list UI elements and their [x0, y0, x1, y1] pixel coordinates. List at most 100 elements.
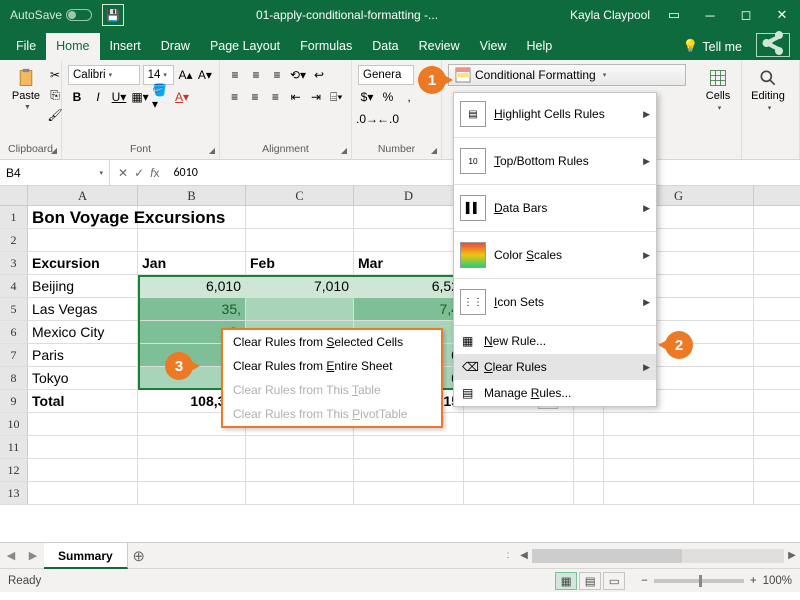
borders-button[interactable]: ▦▾	[131, 88, 149, 106]
tab-home[interactable]: Home	[46, 33, 99, 60]
number-format-select[interactable]: Genera	[358, 65, 414, 85]
align-center-button[interactable]: ≡	[246, 88, 263, 106]
restore-button[interactable]: ◻	[728, 0, 764, 30]
cell[interactable]: Bon Voyage Excursions	[28, 206, 138, 228]
group-cells: Cells▾	[692, 60, 742, 159]
increase-indent-button[interactable]: ⇥	[307, 88, 324, 106]
top-bottom-icon: 10	[460, 148, 486, 174]
align-bottom-button[interactable]: ≡	[268, 66, 286, 84]
toggle-off-icon[interactable]	[66, 9, 92, 21]
sheet-tab-summary[interactable]: Summary	[44, 543, 128, 569]
conditional-formatting-button[interactable]: Conditional Formatting▾	[448, 64, 686, 86]
col-header[interactable]: D	[354, 186, 464, 205]
status-text: Ready	[8, 575, 41, 587]
menu-icon-sets[interactable]: ⋮⋮Icon Sets▶	[454, 281, 656, 323]
menu-highlight-cells-rules[interactable]: ▤Highlight Cells Rules▶	[454, 93, 656, 135]
clear-rules-selected-cells[interactable]: Clear Rules from Selected Cells	[223, 330, 441, 354]
formula-input[interactable]: 6010	[167, 166, 203, 180]
font-color-button[interactable]: A▾	[173, 88, 191, 106]
add-sheet-button[interactable]: ⊕	[128, 547, 150, 565]
align-right-button[interactable]: ≡	[267, 88, 284, 106]
tell-me[interactable]: 💡 Tell me	[673, 33, 752, 60]
share-button[interactable]	[756, 33, 790, 57]
align-top-button[interactable]: ≡	[226, 66, 244, 84]
menu-clear-rules[interactable]: ⌫Clear Rules▶	[454, 354, 656, 380]
menu-manage-rules[interactable]: ▤Manage Rules...	[454, 380, 656, 406]
italic-button[interactable]: I	[89, 88, 107, 106]
user-name[interactable]: Kayla Claypool	[570, 8, 650, 22]
underline-button[interactable]: U▾	[110, 88, 128, 106]
number-label: Number	[378, 143, 415, 155]
ribbon-display-options[interactable]: ▭	[656, 0, 692, 30]
fill-color-button[interactable]: 🪣▾	[152, 88, 170, 106]
tab-help[interactable]: Help	[517, 33, 563, 60]
menu-top-bottom-rules[interactable]: 10Top/Bottom Rules▶	[454, 140, 656, 182]
zoom-in-button[interactable]: +	[750, 575, 757, 587]
format-painter-button[interactable]: 🖌	[46, 106, 64, 124]
tab-formulas[interactable]: Formulas	[290, 33, 362, 60]
clear-rules-entire-sheet[interactable]: Clear Rules from Entire Sheet	[223, 354, 441, 378]
col-header[interactable]: A	[28, 186, 138, 205]
decrease-font-button[interactable]: A▾	[197, 66, 213, 84]
cell[interactable]: Excursion	[28, 252, 138, 274]
select-all-corner[interactable]	[0, 186, 28, 205]
tab-review[interactable]: Review	[409, 33, 470, 60]
zoom-level[interactable]: 100%	[763, 575, 792, 587]
autosave-toggle[interactable]: AutoSave	[10, 8, 92, 22]
group-alignment: ≡ ≡ ≡ ⟲▾ ↩ ≡ ≡ ≡ ⇤ ⇥ ⌸▾ Alignment◢	[220, 60, 352, 159]
view-page-layout-button[interactable]: ▤	[579, 572, 601, 590]
close-button[interactable]: ✕	[764, 0, 800, 30]
decrease-indent-button[interactable]: ⇤	[287, 88, 304, 106]
sheet-nav-prev[interactable]: ◀	[0, 549, 22, 562]
increase-decimal-button[interactable]: .0→	[358, 110, 376, 128]
clear-rules-submenu: Clear Rules from Selected Cells Clear Ru…	[221, 328, 443, 428]
paste-button[interactable]: Paste▼	[6, 64, 46, 115]
menu-data-bars[interactable]: ▌▌Data Bars▶	[454, 187, 656, 229]
menu-color-scales[interactable]: Color Scales▶	[454, 234, 656, 276]
align-left-button[interactable]: ≡	[226, 88, 243, 106]
col-header[interactable]: B	[138, 186, 246, 205]
ribbon-tabs: File Home Insert Draw Page Layout Formul…	[0, 30, 800, 60]
cells-button[interactable]: Cells▾	[698, 64, 738, 116]
group-clipboard: Paste▼ ✂ ⎘ 🖌 Clipboard◢	[0, 60, 62, 159]
align-middle-button[interactable]: ≡	[247, 66, 265, 84]
tab-page-layout[interactable]: Page Layout	[200, 33, 290, 60]
increase-font-button[interactable]: A▴	[177, 66, 193, 84]
copy-button[interactable]: ⎘	[46, 86, 64, 104]
zoom-slider[interactable]	[654, 579, 744, 583]
tab-view[interactable]: View	[470, 33, 517, 60]
tab-draw[interactable]: Draw	[151, 33, 200, 60]
row-header[interactable]: 1	[0, 206, 28, 228]
insert-function-icon[interactable]: fx	[150, 166, 159, 180]
view-normal-button[interactable]: ▦	[555, 572, 577, 590]
cancel-formula-icon[interactable]: ✕	[118, 166, 128, 180]
bold-button[interactable]: B	[68, 88, 86, 106]
merge-button[interactable]: ⌸▾	[328, 88, 345, 106]
clipboard-label: Clipboard	[8, 143, 53, 155]
tab-file[interactable]: File	[6, 33, 46, 60]
wrap-text-button[interactable]: ↩	[310, 66, 328, 84]
zoom-out-button[interactable]: −	[641, 575, 648, 587]
percent-format-button[interactable]: %	[379, 88, 397, 106]
tab-data[interactable]: Data	[362, 33, 408, 60]
tab-insert[interactable]: Insert	[100, 33, 151, 60]
enter-formula-icon[interactable]: ✓	[134, 166, 144, 180]
col-header[interactable]: C	[246, 186, 354, 205]
accounting-format-button[interactable]: $▾	[358, 88, 376, 106]
comma-format-button[interactable]: ,	[400, 88, 418, 106]
group-font: Calibri▾ 14▾ A▴ A▾ B I U▾ ▦▾ 🪣▾ A▾ Font◢	[62, 60, 220, 159]
editing-button[interactable]: Editing▾	[748, 64, 788, 116]
cut-button[interactable]: ✂	[46, 66, 64, 84]
save-button[interactable]: 💾	[102, 4, 124, 26]
conditional-formatting-menu: ▤Highlight Cells Rules▶ 10Top/Bottom Rul…	[453, 92, 657, 407]
sheet-nav-next[interactable]: ▶	[22, 549, 44, 562]
decrease-decimal-button[interactable]: ←.0	[379, 110, 397, 128]
name-box[interactable]: B4▾	[0, 160, 110, 186]
font-size-select[interactable]: 14▾	[143, 65, 175, 85]
orientation-button[interactable]: ⟲▾	[289, 66, 307, 84]
minimize-button[interactable]: ─	[692, 0, 728, 30]
view-page-break-button[interactable]: ▭	[603, 572, 625, 590]
menu-new-rule[interactable]: ▦New Rule...	[454, 328, 656, 354]
font-name-select[interactable]: Calibri▾	[68, 65, 140, 85]
horizontal-scrollbar[interactable]: :◀▶	[500, 547, 800, 565]
